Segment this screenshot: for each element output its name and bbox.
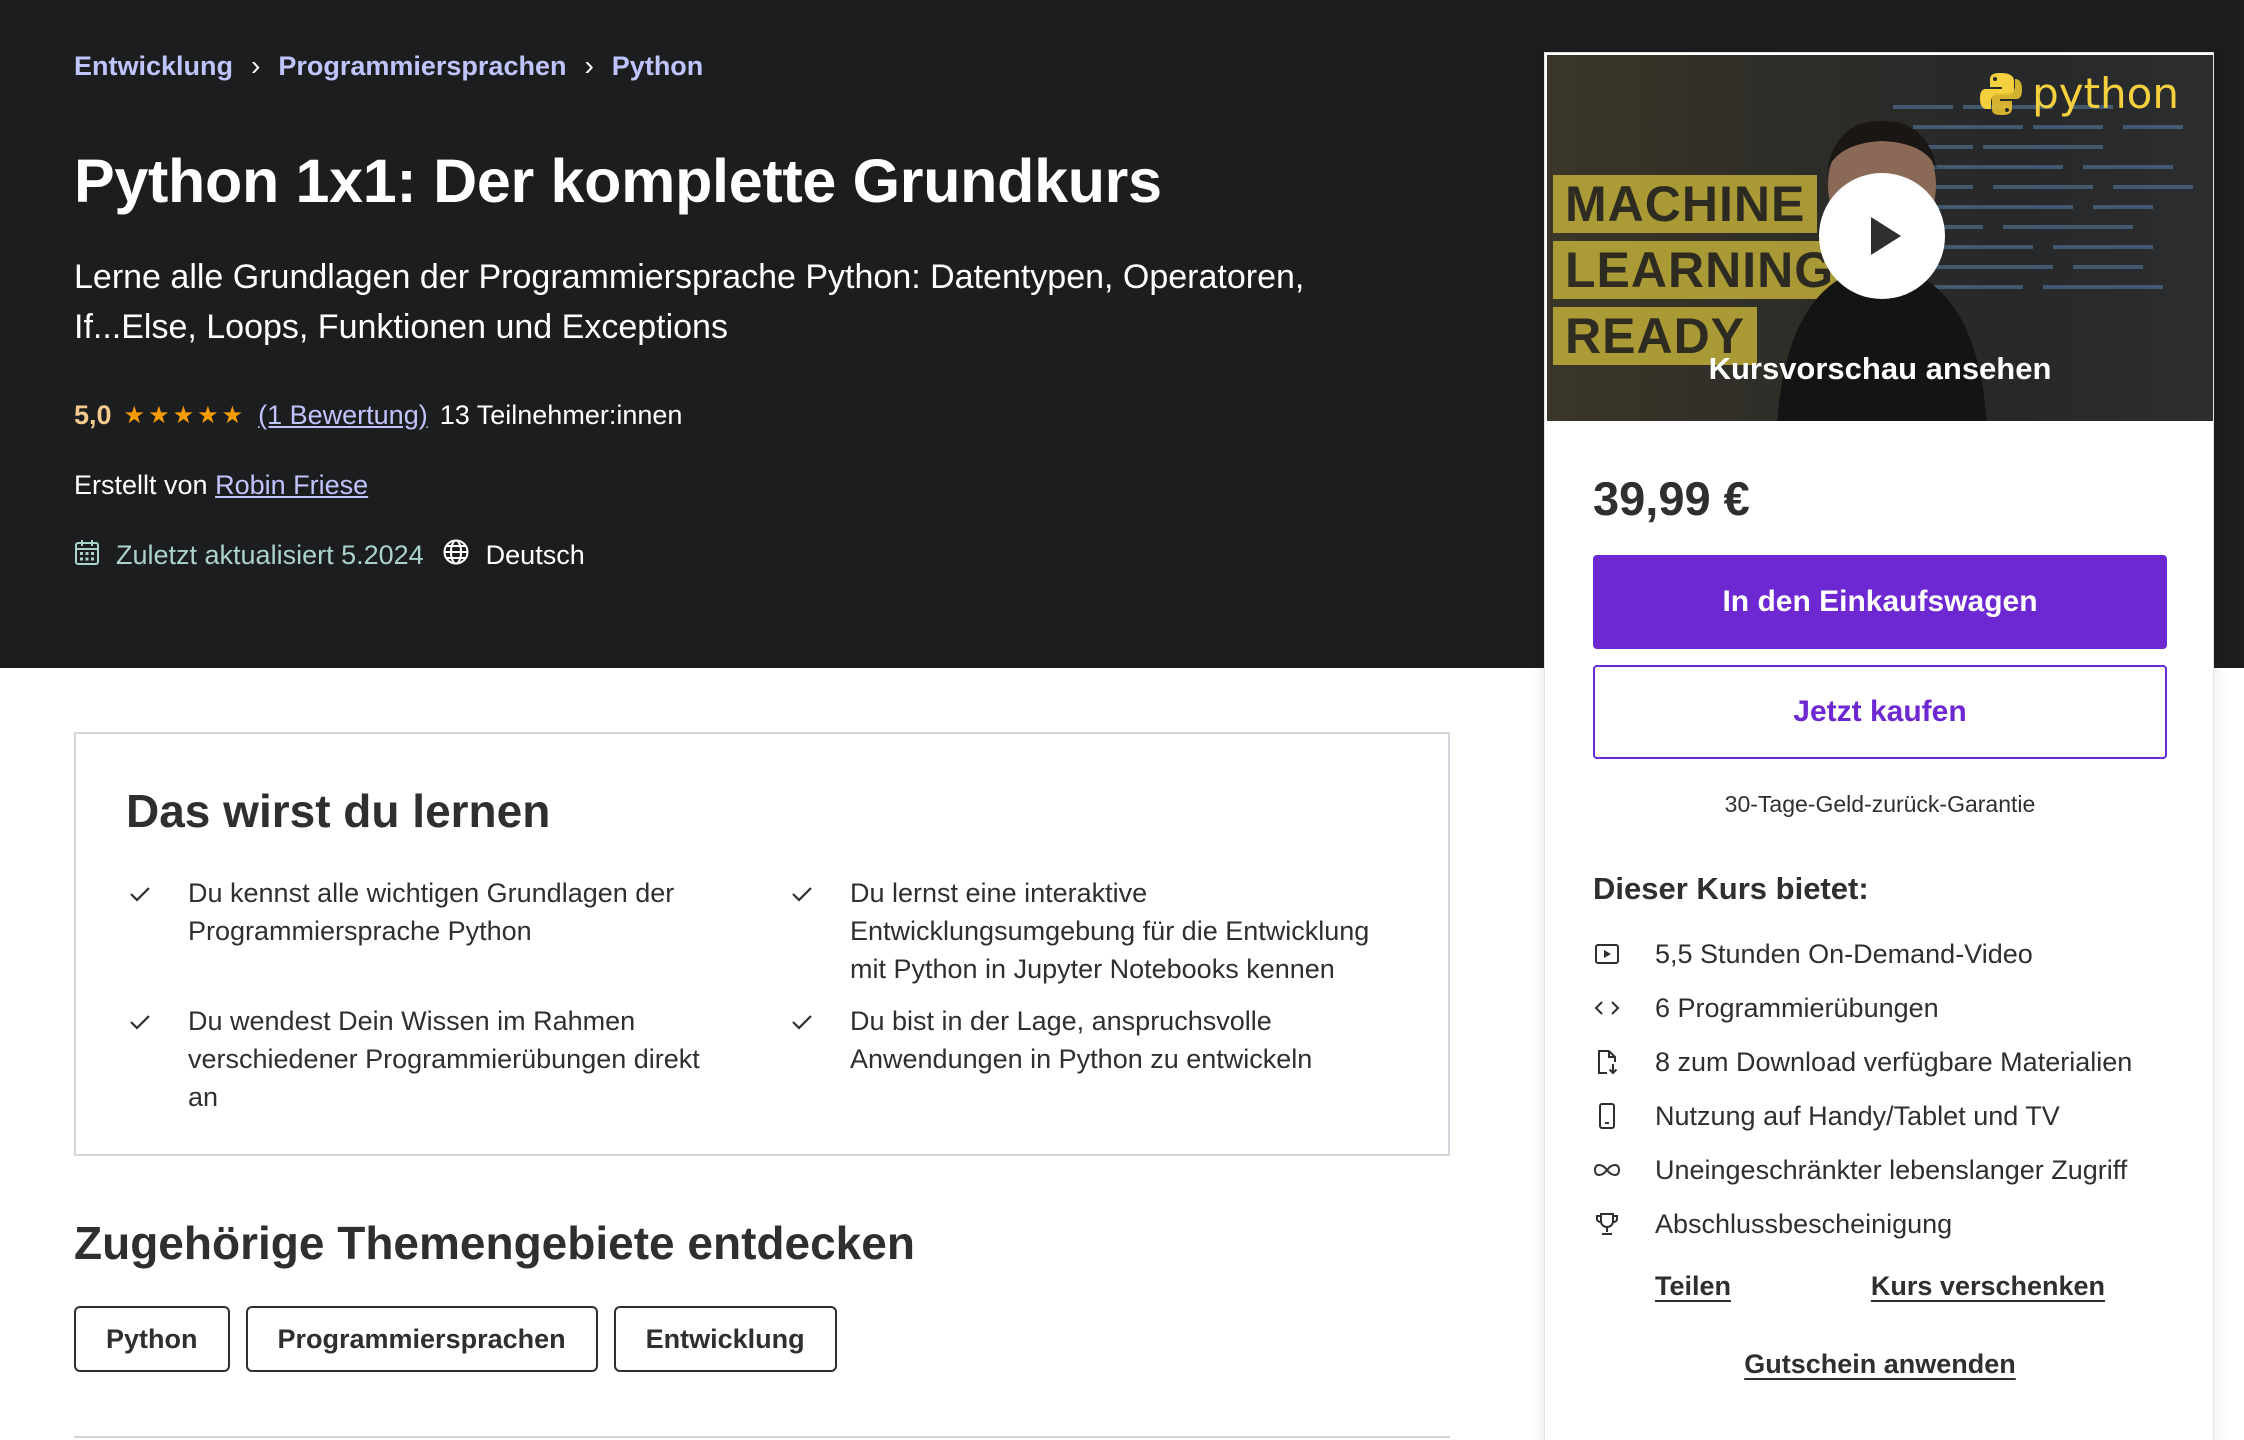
code-icon xyxy=(1593,994,1655,1022)
related-topics-title: Zugehörige Themengebiete entdecken xyxy=(74,1217,915,1269)
learn-item: Du kennst alle wichtigen Grundlagen der … xyxy=(126,874,726,950)
learn-item-text: Du bist in der Lage, anspruchsvolle Anwe… xyxy=(850,1006,1313,1074)
chevron-right-icon: › xyxy=(251,50,261,81)
include-item-label: Uneingeschränkter lebenslanger Zugriff xyxy=(1655,1154,2128,1185)
learn-item: Du wendest Dein Wissen im Rahmen verschi… xyxy=(126,1002,726,1116)
rating-count-link[interactable]: (1 Bewertung) xyxy=(258,400,428,431)
python-logo: python xyxy=(1978,69,2179,118)
topic-pill-entwicklung[interactable]: Entwicklung xyxy=(613,1306,837,1372)
breadcrumb-item-programmiersprachen[interactable]: Programmiersprachen xyxy=(278,51,566,82)
include-item: Abschlussbescheinigung xyxy=(1593,1197,2132,1251)
globe-icon xyxy=(442,538,470,573)
rating-value: 5,0 xyxy=(74,400,112,430)
play-icon xyxy=(1871,217,1901,255)
share-link[interactable]: Teilen xyxy=(1655,1271,1731,1302)
checkmark-icon xyxy=(788,874,850,988)
course-subtitle: Lerne alle Grundlagen der Programmierspr… xyxy=(74,258,1305,346)
topic-pill-programmiersprachen[interactable]: Programmiersprachen xyxy=(245,1306,598,1372)
course-meta: Zuletzt aktualisiert 5.2024 Deutsch xyxy=(74,538,585,573)
rating-row: 5,0 ★★★★★ (1 Bewertung) 13 Teilnehmer:in… xyxy=(74,400,682,431)
breadcrumb-item-python[interactable]: Python xyxy=(612,51,704,82)
include-item: Uneingeschränkter lebenslanger Zugriff xyxy=(1593,1143,2132,1197)
learn-item: Du bist in der Lage, anspruchsvolle Anwe… xyxy=(788,1002,1408,1078)
learn-item-text: Du lernst eine interaktive Entwicklungsu… xyxy=(850,878,1370,984)
include-item-label: 8 zum Download verfügbare Materialien xyxy=(1655,1046,2133,1077)
purchase-sidebar: MACHINE LEARNING READY python Kursvorsch… xyxy=(1544,52,2214,1440)
divider xyxy=(74,1436,1450,1438)
add-to-cart-button[interactable]: In den Einkaufswagen xyxy=(1593,555,2167,649)
mobile-icon xyxy=(1593,1102,1655,1130)
include-item-label: 6 Programmierübungen xyxy=(1655,992,1939,1023)
sidebar-links: Teilen Kurs verschenken xyxy=(1545,1271,2215,1302)
chevron-right-icon: › xyxy=(584,50,594,81)
course-title: Python 1x1: Der komplette Grundkurs xyxy=(74,147,1162,215)
last-updated: Zuletzt aktualisiert 5.2024 xyxy=(116,540,424,570)
gift-course-link[interactable]: Kurs verschenken xyxy=(1871,1271,2105,1302)
learn-item-text: Du kennst alle wichtigen Grundlagen der … xyxy=(188,878,675,946)
include-item: 8 zum Download verfügbare Materialien xyxy=(1593,1035,2132,1089)
learn-item: Du lernst eine interaktive Entwicklungsu… xyxy=(788,874,1408,988)
topic-pill-python[interactable]: Python xyxy=(74,1306,230,1372)
include-item: 5,5 Stunden On-Demand-Video xyxy=(1593,927,2132,981)
checkmark-icon xyxy=(126,1002,188,1116)
course-language: Deutsch xyxy=(485,540,585,570)
created-by: Erstellt von Robin Friese xyxy=(74,470,368,501)
apply-coupon-link[interactable]: Gutschein anwenden xyxy=(1545,1349,2215,1380)
course-preview[interactable]: MACHINE LEARNING READY python Kursvorsch… xyxy=(1547,55,2213,421)
include-item-label: Abschlussbescheinigung xyxy=(1655,1208,1953,1239)
video-icon xyxy=(1593,940,1655,968)
include-item-label: Nutzung auf Handy/Tablet und TV xyxy=(1655,1100,2060,1131)
include-item: Nutzung auf Handy/Tablet und TV xyxy=(1593,1089,2132,1143)
includes-list: 5,5 Stunden On-Demand-Video 6 Programmie… xyxy=(1593,927,2132,1251)
includes-title: Dieser Kurs bietet: xyxy=(1593,871,1869,906)
breadcrumb-item-entwicklung[interactable]: Entwicklung xyxy=(74,51,233,82)
related-topics: Python Programmiersprachen Entwicklung xyxy=(74,1306,837,1372)
play-button[interactable] xyxy=(1819,173,1945,299)
breadcrumb: Entwicklung › Programmiersprachen › Pyth… xyxy=(74,50,703,82)
what-you-will-learn: Das wirst du lernen Du kennst alle wicht… xyxy=(74,732,1450,1156)
trophy-icon xyxy=(1593,1210,1655,1238)
download-file-icon xyxy=(1593,1048,1655,1076)
preview-label: Kursvorschau ansehen xyxy=(1708,351,2052,386)
author-link[interactable]: Robin Friese xyxy=(215,470,368,500)
learn-section-title: Das wirst du lernen xyxy=(126,785,551,837)
include-item-label: 5,5 Stunden On-Demand-Video xyxy=(1655,938,2033,969)
infinity-icon xyxy=(1593,1156,1655,1184)
created-by-label: Erstellt von xyxy=(74,470,208,500)
learn-item-text: Du wendest Dein Wissen im Rahmen verschi… xyxy=(188,1006,700,1112)
star-rating-icon: ★★★★★ xyxy=(123,402,247,429)
calendar-icon xyxy=(74,538,100,573)
money-back-guarantee: 30-Tage-Geld-zurück-Garantie xyxy=(1724,791,2036,817)
python-snake-icon xyxy=(1980,72,2023,115)
checkmark-icon xyxy=(126,874,188,950)
python-logo-text: python xyxy=(2032,69,2179,118)
course-price: 39,99 € xyxy=(1593,472,1750,525)
checkmark-icon xyxy=(788,1002,850,1078)
include-item: 6 Programmierübungen xyxy=(1593,981,2132,1035)
student-count: 13 Teilnehmer:innen xyxy=(439,400,683,430)
buy-now-button[interactable]: Jetzt kaufen xyxy=(1593,665,2167,759)
